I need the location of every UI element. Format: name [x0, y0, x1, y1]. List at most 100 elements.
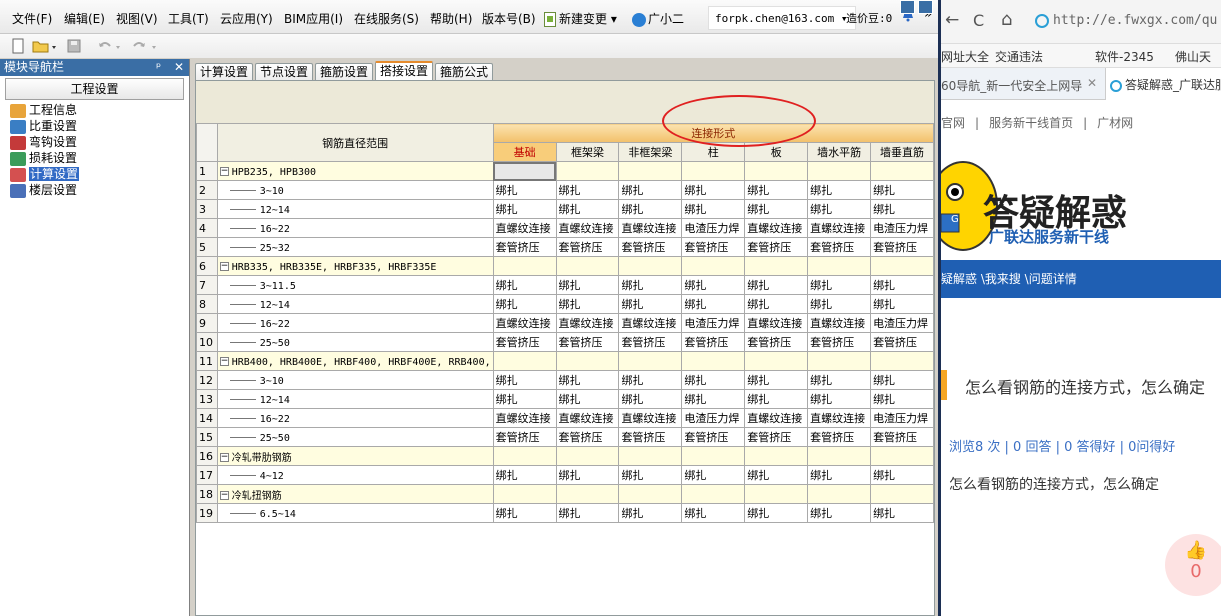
connection-cell[interactable]: 绑扎 — [870, 389, 934, 409]
connection-cell[interactable]: 套管挤压 — [618, 237, 683, 257]
connection-cell[interactable]: 套管挤压 — [492, 332, 557, 352]
column-header[interactable]: 非框架梁 — [618, 142, 683, 162]
address-bar[interactable]: http://e.fwxgx.com/qu — [1035, 11, 1221, 33]
connection-cell[interactable]: 绑扎 — [492, 294, 557, 314]
connection-cell[interactable]: 绑扎 — [555, 503, 620, 523]
connection-cell[interactable]: 绑扎 — [618, 465, 683, 485]
site-nav-link[interactable]: 服务新干线首页 — [989, 116, 1073, 130]
connection-cell[interactable]: 绑扎 — [492, 503, 557, 523]
connection-cell[interactable] — [492, 351, 557, 371]
bookmark-item[interactable]: 佛山天 — [1175, 48, 1211, 65]
connection-cell[interactable]: 绑扎 — [681, 180, 746, 200]
new-file-icon[interactable] — [10, 38, 26, 54]
connection-cell[interactable]: 绑扎 — [870, 503, 934, 523]
connection-cell[interactable] — [807, 484, 872, 504]
connection-cell[interactable]: 直螺纹连接 — [492, 313, 557, 333]
browser-tab-2[interactable]: 答疑解惑_广联达服 — [1105, 68, 1221, 100]
connection-cell[interactable]: 绑扎 — [555, 199, 620, 219]
connection-cell[interactable]: 绑扎 — [492, 370, 557, 390]
connection-cell[interactable] — [492, 161, 557, 181]
menu-version[interactable]: 版本号(B) — [482, 10, 536, 27]
connection-cell[interactable]: 套管挤压 — [681, 237, 746, 257]
connection-cell[interactable]: 套管挤压 — [870, 427, 934, 447]
connection-cell[interactable] — [681, 256, 746, 276]
collapse-toggle-icon[interactable]: − — [219, 357, 229, 366]
connection-cell[interactable] — [870, 161, 934, 181]
connection-cell[interactable] — [492, 256, 557, 276]
connection-cell[interactable]: 直螺纹连接 — [807, 313, 872, 333]
bookmark-item[interactable]: 交通违法 — [995, 48, 1043, 65]
connection-cell[interactable]: 套管挤压 — [744, 427, 809, 447]
connection-cell[interactable]: 绑扎 — [618, 370, 683, 390]
range-cell[interactable]: 25~32 — [216, 237, 494, 257]
open-folder-icon[interactable] — [32, 38, 58, 54]
connection-cell[interactable]: 绑扎 — [681, 465, 746, 485]
range-cell[interactable]: 3~10 — [216, 370, 494, 390]
connection-cell[interactable]: 套管挤压 — [870, 237, 934, 257]
home-icon[interactable]: ⌂ — [1001, 9, 1012, 30]
connection-cell[interactable]: 绑扎 — [555, 180, 620, 200]
connection-cell[interactable]: 套管挤压 — [681, 427, 746, 447]
connection-cell[interactable]: 套管挤压 — [744, 237, 809, 257]
back-icon[interactable]: ← — [945, 10, 959, 30]
like-button[interactable]: 👍 0 — [1165, 534, 1221, 596]
connection-cell[interactable]: 套管挤压 — [807, 332, 872, 352]
connection-cell[interactable]: 绑扎 — [744, 389, 809, 409]
connection-cell[interactable] — [681, 161, 746, 181]
connection-cell[interactable]: 绑扎 — [681, 503, 746, 523]
connection-cell[interactable]: 电渣压力焊 — [681, 313, 746, 333]
menu-online-service[interactable]: 在线服务(S) — [354, 10, 419, 27]
connection-cell[interactable]: 绑扎 — [744, 294, 809, 314]
nav-item-3[interactable]: 弯钩设置 — [10, 134, 189, 150]
collapse-toggle-icon[interactable]: − — [219, 453, 229, 462]
connection-cell[interactable]: 套管挤压 — [618, 332, 683, 352]
connection-cell[interactable]: 直螺纹连接 — [492, 218, 557, 238]
browser-tab-1[interactable]: 60导航_新一代安全上网导 — [941, 77, 1082, 94]
user-account[interactable]: forpk.chen@163.com ▾ — [708, 6, 856, 30]
connection-cell[interactable] — [744, 446, 809, 466]
connection-cell[interactable] — [492, 446, 557, 466]
connection-cell[interactable] — [618, 161, 683, 181]
connection-cell[interactable]: 套管挤压 — [681, 332, 746, 352]
connection-cell[interactable]: 电渣压力焊 — [681, 218, 746, 238]
connection-cell[interactable]: 绑扎 — [555, 370, 620, 390]
menu-tools[interactable]: 工具(T) — [168, 10, 209, 27]
connection-cell[interactable]: 绑扎 — [681, 370, 746, 390]
nav-item-2[interactable]: 比重设置 — [10, 118, 189, 134]
nav-item-5[interactable]: 计算设置 — [10, 166, 189, 182]
connection-cell[interactable]: 直螺纹连接 — [744, 218, 809, 238]
connection-cell[interactable] — [555, 446, 620, 466]
connection-cell[interactable]: 电渣压力焊 — [870, 218, 934, 238]
connection-cell[interactable]: 直螺纹连接 — [555, 218, 620, 238]
group-label-cell[interactable]: − 冷轧扭钢筋 — [216, 484, 494, 504]
tab-2[interactable]: 节点设置 — [255, 63, 314, 81]
nav-item-4[interactable]: 损耗设置 — [10, 150, 189, 166]
connection-cell[interactable]: 套管挤压 — [555, 237, 620, 257]
pin-icon[interactable]: ᵖ — [156, 59, 161, 76]
menu-help[interactable]: 帮助(H) — [430, 10, 472, 27]
connection-cell[interactable] — [681, 446, 746, 466]
connection-cell[interactable]: 绑扎 — [744, 370, 809, 390]
connection-cell[interactable]: 直螺纹连接 — [618, 218, 683, 238]
connection-cell[interactable]: 绑扎 — [744, 180, 809, 200]
menu-edit[interactable]: 编辑(E) — [64, 10, 105, 27]
column-header[interactable]: 墙垂直筋 — [870, 142, 934, 162]
range-cell[interactable]: 16~22 — [216, 408, 494, 428]
connection-cell[interactable]: 电渣压力焊 — [870, 408, 934, 428]
connection-cell[interactable]: 绑扎 — [870, 294, 934, 314]
connection-cell[interactable]: 绑扎 — [870, 199, 934, 219]
tab-5[interactable]: 箍筋公式 — [435, 63, 494, 81]
connection-cell[interactable]: 绑扎 — [555, 294, 620, 314]
connection-cell[interactable]: 绑扎 — [618, 180, 683, 200]
site-nav-link[interactable]: 官网 — [941, 116, 965, 130]
connection-cell[interactable]: 绑扎 — [618, 294, 683, 314]
connection-cell[interactable] — [555, 351, 620, 371]
connection-cell[interactable]: 绑扎 — [807, 389, 872, 409]
connection-cell[interactable] — [807, 161, 872, 181]
close-icon[interactable]: ✕ — [1087, 76, 1097, 90]
connection-cell[interactable]: 绑扎 — [492, 275, 557, 295]
connection-cell[interactable]: 绑扎 — [555, 465, 620, 485]
menu-guangxiaoer[interactable]: 广小二 — [632, 10, 684, 27]
menu-file[interactable]: 文件(F) — [12, 10, 52, 27]
undo-icon[interactable] — [96, 38, 126, 54]
